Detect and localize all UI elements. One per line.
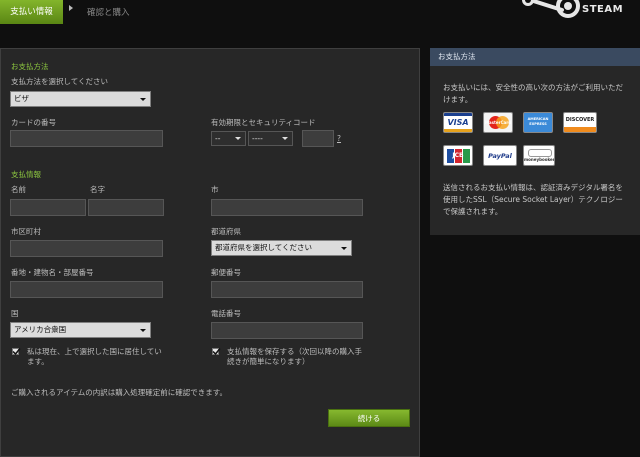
security-code-input[interactable] xyxy=(302,130,334,147)
district-label: 市区町村 xyxy=(11,227,41,236)
visa-label: VISA xyxy=(447,118,469,127)
chevron-down-icon xyxy=(235,137,241,140)
sidebar-title: お支払方法 xyxy=(430,48,640,66)
address-label: 番地・建物名・部屋番号 xyxy=(11,268,94,277)
checkmark-icon xyxy=(212,348,221,356)
confirm-note: ご購入されるアイテムの内訳は購入処理確定前に確認できます。 xyxy=(11,388,227,397)
discover-label: DISCOVER xyxy=(565,117,595,123)
chevron-down-icon xyxy=(140,328,146,332)
country-label: 国 xyxy=(11,309,19,318)
phone-input[interactable] xyxy=(211,322,363,339)
checkmark-icon xyxy=(12,348,21,356)
security-code-help-link[interactable]: ? xyxy=(337,134,341,143)
reside-checkbox-label: 私は現在、上で選択した国に居住しています。 xyxy=(27,347,162,366)
country-select[interactable]: アメリカ合衆国 xyxy=(10,322,151,338)
amex-label: AMERICAN EXPRESS xyxy=(527,117,549,126)
payment-method-label: 支払方法を選択してください xyxy=(11,77,109,86)
payment-section-title: お支払方法 xyxy=(11,62,49,71)
phone-label: 電話番号 xyxy=(211,309,241,318)
expiry-month-value: -- xyxy=(215,134,221,143)
moneybookers-label: moneybookers xyxy=(524,157,555,162)
continue-button[interactable]: 続ける xyxy=(328,409,410,427)
tab-confirm-purchase[interactable]: 確認と購入 xyxy=(87,6,130,18)
mastercard-card-icon: MasterCard xyxy=(483,112,513,133)
paypal-label: PayPal xyxy=(488,152,512,160)
expiry-label: 有効期限とセキュリティコード xyxy=(211,118,316,127)
chevron-down-icon xyxy=(140,97,146,101)
city-input[interactable] xyxy=(211,199,363,216)
last-name-input[interactable] xyxy=(88,199,164,216)
prefecture-select[interactable]: 都道府県を選択してください xyxy=(211,240,352,256)
city-label: 市 xyxy=(211,185,219,194)
address-input[interactable] xyxy=(10,281,163,298)
reside-checkbox[interactable] xyxy=(12,348,21,356)
prefecture-label: 都道府県 xyxy=(211,227,241,236)
payment-method-value: ビザ xyxy=(14,94,29,103)
billing-section-title: 支払情報 xyxy=(11,170,41,179)
jcb-label: JCB xyxy=(452,152,464,159)
security-note: 送信されるお支払い情報は、認証済みデジタル署名を使用したSSL（Secure S… xyxy=(443,183,623,216)
postal-code-input[interactable] xyxy=(211,281,363,298)
discover-card-icon: DISCOVER xyxy=(563,112,597,133)
mastercard-label: MasterCard xyxy=(484,120,512,125)
expiry-month-select[interactable]: -- xyxy=(211,131,246,146)
expiry-year-select[interactable]: ---- xyxy=(248,131,293,146)
moneybookers-card-icon: moneybookers xyxy=(523,145,555,166)
country-value: アメリカ合衆国 xyxy=(14,325,67,334)
steam-logo-icon xyxy=(522,0,580,18)
save-info-checkbox-label: 支払情報を保存する（次回以降の購入手続きが簡単になります） xyxy=(227,347,362,366)
district-input[interactable] xyxy=(10,240,163,257)
card-number-label: カードの番号 xyxy=(11,118,56,127)
expiry-year-value: ---- xyxy=(252,134,263,143)
breadcrumb-arrow-icon xyxy=(69,5,73,11)
sidebar-intro: お支払いには、安全性の高い次の方法がご利用いただけます。 xyxy=(443,83,623,104)
prefecture-value: 都道府県を選択してください xyxy=(215,243,313,252)
amex-card-icon: AMERICAN EXPRESS xyxy=(523,112,553,133)
steam-wordmark: STEAM xyxy=(582,4,624,15)
jcb-card-icon: JCB xyxy=(443,145,473,166)
chevron-down-icon xyxy=(282,137,288,140)
paypal-card-icon: PayPal xyxy=(483,145,517,166)
save-info-checkbox[interactable] xyxy=(212,348,221,356)
first-name-label: 名前 xyxy=(11,185,26,194)
payment-method-select[interactable]: ビザ xyxy=(10,91,151,107)
last-name-label: 名字 xyxy=(90,185,105,194)
postal-code-label: 郵便番号 xyxy=(211,268,241,277)
tab-payment-info[interactable]: 支払い情報 xyxy=(0,0,63,24)
card-number-input[interactable] xyxy=(10,130,163,147)
first-name-input[interactable] xyxy=(10,199,86,216)
visa-card-icon: VISA xyxy=(443,112,473,133)
chevron-down-icon xyxy=(341,246,347,250)
